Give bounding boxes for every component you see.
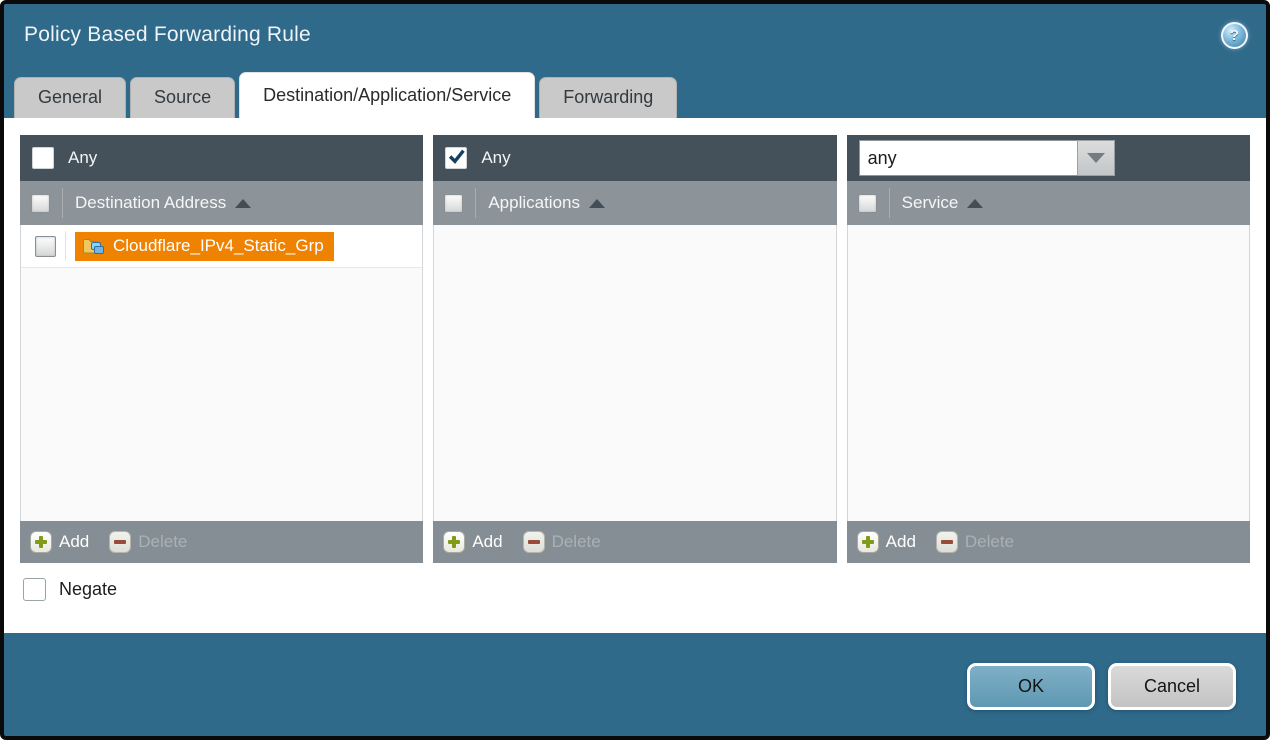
destination-actions-bar: Add Delete — [20, 521, 423, 563]
destination-any-label: Any — [68, 148, 97, 168]
applications-delete-button[interactable]: Delete — [523, 531, 601, 553]
service-type-input[interactable] — [859, 140, 1077, 176]
service-list — [847, 225, 1250, 521]
destination-address-column: Any Destination Address — [20, 135, 423, 563]
sort-asc-icon[interactable] — [967, 199, 983, 208]
applications-list — [433, 225, 836, 521]
applications-select-all-checkbox[interactable] — [444, 194, 463, 213]
table-row[interactable]: Cloudflare_IPv4_Static_Grp — [21, 225, 422, 268]
help-icon[interactable] — [1221, 22, 1248, 49]
tab-content-panel: Any Destination Address — [4, 118, 1266, 633]
service-select-all-checkbox[interactable] — [858, 194, 877, 213]
destination-delete-button[interactable]: Delete — [109, 531, 187, 553]
minus-icon — [523, 531, 545, 553]
service-delete-button[interactable]: Delete — [936, 531, 1014, 553]
dialog-title: Policy Based Forwarding Rule — [24, 23, 311, 47]
address-object-label: Cloudflare_IPv4_Static_Grp — [113, 236, 324, 256]
dialog-titlebar: Policy Based Forwarding Rule — [4, 4, 1266, 66]
header-divider — [62, 188, 63, 218]
dialog-footer: OK Cancel — [4, 633, 1266, 736]
service-dropdown-bar — [847, 135, 1250, 181]
sort-asc-icon[interactable] — [235, 199, 251, 208]
negate-label: Negate — [59, 579, 117, 600]
applications-any-label: Any — [481, 148, 510, 168]
plus-icon — [857, 531, 879, 553]
selector-columns: Any Destination Address — [20, 135, 1250, 563]
applications-column: Any Applications Add Delete — [433, 135, 836, 563]
header-divider — [889, 188, 890, 218]
applications-any-bar: Any — [433, 135, 836, 181]
service-header-label: Service — [902, 193, 959, 213]
minus-icon — [936, 531, 958, 553]
destination-any-checkbox[interactable] — [32, 147, 54, 169]
destination-any-bar: Any — [20, 135, 423, 181]
sort-asc-icon[interactable] — [589, 199, 605, 208]
destination-header-label: Destination Address — [75, 193, 226, 213]
destination-list: Cloudflare_IPv4_Static_Grp — [20, 225, 423, 521]
chevron-down-icon — [1087, 153, 1105, 163]
negate-checkbox[interactable] — [23, 578, 46, 601]
applications-add-button[interactable]: Add — [443, 531, 502, 553]
service-column-header[interactable]: Service — [847, 181, 1250, 225]
minus-icon — [109, 531, 131, 553]
service-actions-bar: Add Delete — [847, 521, 1250, 563]
tab-source[interactable]: Source — [130, 77, 235, 118]
service-add-button[interactable]: Add — [857, 531, 916, 553]
ok-button[interactable]: OK — [967, 663, 1095, 710]
destination-select-all-checkbox[interactable] — [31, 194, 50, 213]
service-dropdown-button[interactable] — [1077, 140, 1115, 176]
service-type-dropdown — [859, 140, 1115, 176]
plus-icon — [443, 531, 465, 553]
applications-any-checkbox[interactable] — [445, 147, 467, 169]
negate-row: Negate — [23, 578, 1250, 601]
applications-column-header[interactable]: Applications — [433, 181, 836, 225]
row-checkbox[interactable] — [35, 236, 56, 257]
cancel-button[interactable]: Cancel — [1108, 663, 1236, 710]
checkmark-icon — [448, 148, 465, 165]
address-group-icon — [82, 236, 105, 255]
destination-column-header[interactable]: Destination Address — [20, 181, 423, 225]
header-divider — [475, 188, 476, 218]
row-checkbox-cell — [30, 231, 66, 261]
tab-strip: General Source Destination/Application/S… — [4, 66, 1266, 118]
applications-actions-bar: Add Delete — [433, 521, 836, 563]
policy-forwarding-dialog: Policy Based Forwarding Rule General Sou… — [0, 0, 1270, 740]
plus-icon — [30, 531, 52, 553]
tab-general[interactable]: General — [14, 77, 126, 118]
applications-header-label: Applications — [488, 193, 580, 213]
destination-add-button[interactable]: Add — [30, 531, 89, 553]
address-object[interactable]: Cloudflare_IPv4_Static_Grp — [75, 232, 334, 261]
service-column: Service Add Delete — [847, 135, 1250, 563]
tab-forwarding[interactable]: Forwarding — [539, 77, 677, 118]
tab-destination-application-service[interactable]: Destination/Application/Service — [239, 72, 535, 118]
